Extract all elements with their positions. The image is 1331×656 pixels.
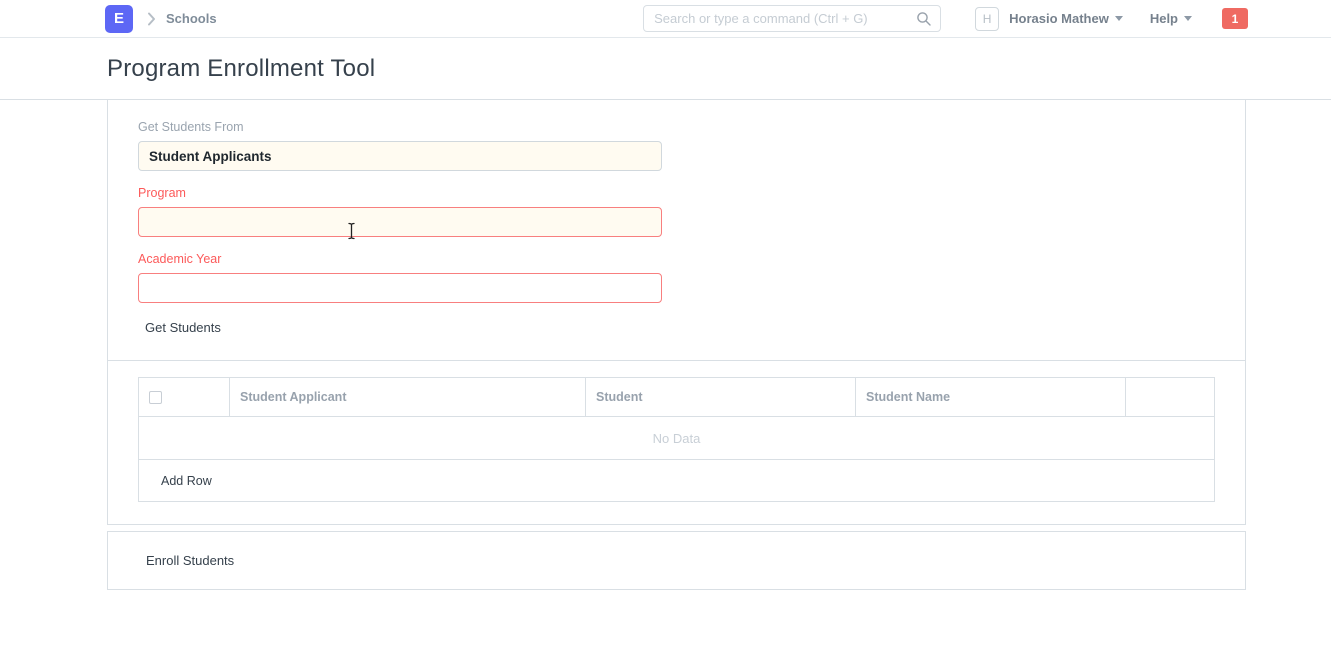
caret-down-icon	[1115, 16, 1123, 21]
grid-column-student-applicant: Student Applicant	[230, 378, 586, 416]
caret-down-icon	[1184, 16, 1192, 21]
navbar-right: H Horasio Mathew Help 1	[975, 7, 1248, 31]
help-menu[interactable]: Help	[1150, 11, 1192, 26]
get-students-from-select[interactable]	[138, 141, 662, 171]
user-menu[interactable]: Horasio Mathew	[1009, 11, 1123, 26]
grid-footer-row: Add Row	[139, 459, 1214, 501]
breadcrumb-schools[interactable]: Schools	[166, 11, 217, 26]
search-icon[interactable]	[916, 11, 932, 27]
grid-column-student-name: Student Name	[856, 378, 1126, 416]
search-input[interactable]	[654, 11, 916, 26]
get-students-button[interactable]: Get Students	[137, 313, 229, 342]
actions-card: Enroll Students	[107, 531, 1246, 590]
navbar: E Schools H Horasio Mathew Help 1	[0, 0, 1331, 38]
grid-select-all-cell	[139, 378, 230, 416]
add-row-button[interactable]: Add Row	[153, 467, 220, 495]
page-title: Program Enrollment Tool	[107, 55, 375, 83]
academic-year-input[interactable]	[138, 273, 662, 303]
grid-no-data-row: No Data	[139, 416, 1214, 459]
enroll-students-button[interactable]: Enroll Students	[138, 546, 242, 575]
app-logo[interactable]: E	[105, 5, 133, 33]
students-grid: Student Applicant Student Student Name N…	[138, 377, 1215, 502]
chevron-right-icon	[147, 12, 156, 26]
get-students-from-label: Get Students From	[138, 120, 1215, 134]
avatar[interactable]: H	[975, 7, 999, 31]
grid-column-empty	[1126, 378, 1214, 416]
select-all-checkbox[interactable]	[149, 391, 162, 404]
academic-year-label: Academic Year	[138, 252, 1215, 266]
grid-column-student: Student	[586, 378, 856, 416]
form-fields-section: Get Students From Program Academic Year …	[108, 100, 1245, 360]
form-card: Get Students From Program Academic Year …	[107, 100, 1246, 525]
students-grid-section: Student Applicant Student Student Name N…	[108, 360, 1245, 524]
help-label: Help	[1150, 11, 1178, 26]
global-search	[643, 5, 941, 32]
page-head: Program Enrollment Tool	[0, 38, 1331, 100]
program-label: Program	[138, 186, 1215, 200]
user-name: Horasio Mathew	[1009, 11, 1109, 26]
program-input[interactable]	[138, 207, 662, 237]
grid-header-row: Student Applicant Student Student Name	[139, 378, 1214, 416]
notifications-badge[interactable]: 1	[1222, 8, 1248, 29]
